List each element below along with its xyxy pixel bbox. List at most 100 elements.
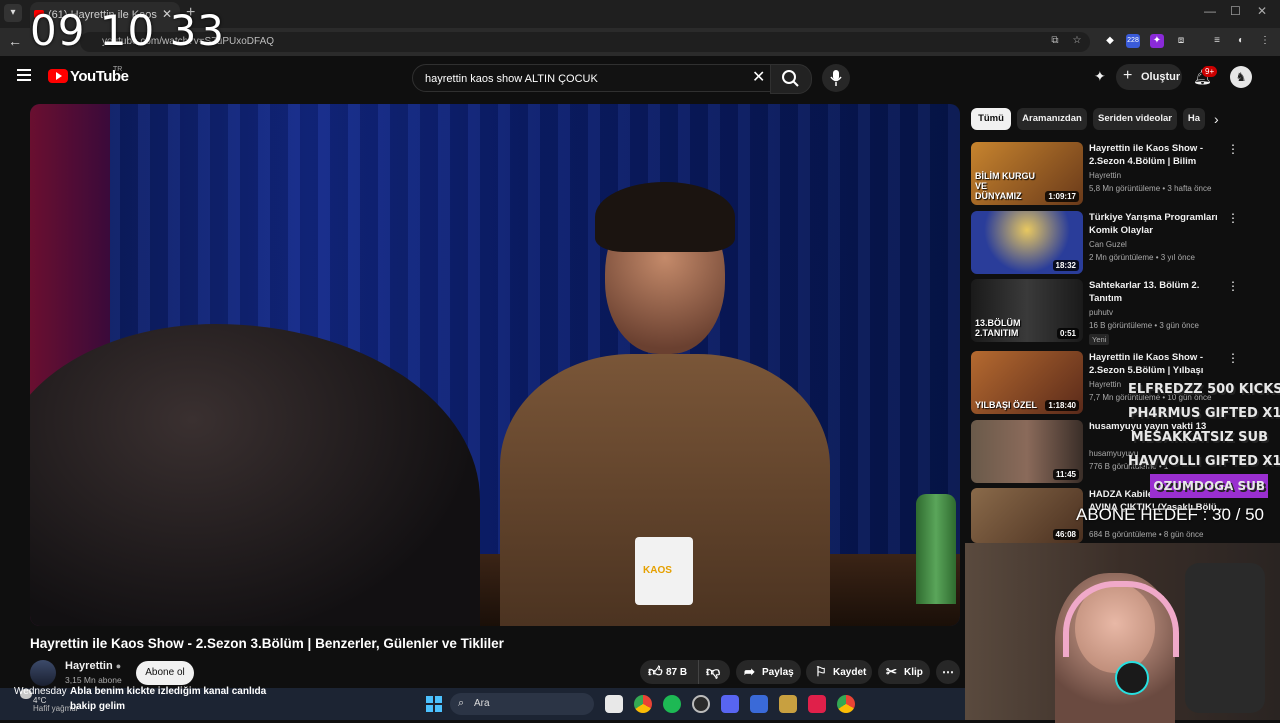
dislike-icon[interactable]: 👎︎	[706, 663, 720, 680]
search-icon	[782, 70, 799, 87]
account-avatar[interactable]: ♞	[1230, 66, 1252, 88]
alert-line: PH4RMUS GIFTED X1	[1128, 406, 1280, 421]
like-count[interactable]: 87 B	[666, 667, 687, 678]
share-button[interactable]: ➦ Paylaş	[736, 660, 801, 684]
video-duration: 18:32	[1052, 260, 1079, 271]
channel-avatar[interactable]	[30, 660, 56, 686]
more-actions-icon[interactable]: ⋯	[936, 660, 960, 684]
cast-icon[interactable]: ⧉	[1048, 34, 1062, 48]
clip-button[interactable]: ✂ Klip	[878, 660, 930, 684]
maximize-icon[interactable]: ☐	[1230, 4, 1241, 18]
back-icon[interactable]: ←	[8, 33, 22, 49]
recommendation-title[interactable]: Hayrettin ile Kaos Show - 2.Sezon 4.Bölü…	[1089, 142, 1225, 168]
recommendation-meta: 16 B görüntüleme • 3 gün önce	[1089, 321, 1199, 330]
extension-diamond-icon[interactable]: ◆	[1103, 34, 1117, 48]
recommendation-channel[interactable]: Hayrettin	[1089, 171, 1121, 180]
water-bottles	[916, 494, 956, 604]
minimize-icon[interactable]: —	[1204, 4, 1216, 18]
host-hair	[595, 182, 735, 252]
headphones-icon	[1063, 581, 1179, 657]
url-field[interactable]: youtube.com/watch?v=S7uPUxoDFAQ	[80, 32, 1090, 52]
recommendation-thumbnail[interactable]: 13.BÖLÜM 2.TANITIM 0:51	[971, 279, 1083, 342]
chip-all[interactable]: Tümü	[971, 108, 1011, 130]
subscribe-button[interactable]: Abone ol	[136, 661, 194, 685]
tab-search-icon[interactable]: ▾	[4, 4, 22, 22]
verified-icon: ●	[115, 661, 122, 671]
mug-logo-text: KAOS	[643, 565, 672, 576]
spotify-icon[interactable]	[663, 695, 681, 713]
thumbnail-caption: YILBAŞI ÖZEL	[975, 400, 1038, 410]
chip-from-series[interactable]: Seriden videolar	[1093, 108, 1177, 130]
recommendation-title[interactable]: Türkiye Yarışma Programları Komik Olayla…	[1089, 211, 1225, 237]
recommendation-channel[interactable]: Can Guzel	[1089, 240, 1127, 249]
chevron-right-icon[interactable]: ›	[1214, 111, 1219, 127]
recommendation-thumbnail[interactable]: 11:45	[971, 420, 1083, 483]
more-options-icon[interactable]: ⋮	[1227, 351, 1239, 365]
recommendation-meta: 2 Mn görüntüleme • 3 yıl önce	[1089, 253, 1195, 262]
recommendation-meta: 684 B görüntüleme • 8 gün önce	[1089, 530, 1204, 539]
recommendation-item[interactable]: BİLİM KURGU VE DÜNYAMIZ 1:09:17 Hayretti…	[971, 142, 1261, 206]
stream-clock: 09 10 33	[30, 6, 226, 55]
chip-more[interactable]: Ha	[1183, 108, 1205, 130]
microphone-icon	[1115, 661, 1149, 695]
clip-label: Klip	[904, 667, 923, 678]
taskbar-search-label: Ara	[474, 698, 490, 709]
valorant-icon[interactable]	[808, 695, 826, 713]
recommendation-channel[interactable]: puhutv	[1089, 308, 1113, 317]
search-input[interactable]	[423, 70, 747, 88]
recommendation-title[interactable]: Sahtekarlar 13. Bölüm 2. Tanıtım	[1089, 279, 1225, 305]
clear-search-icon[interactable]: ✕	[752, 67, 765, 87]
save-button[interactable]: ⚐ Kaydet	[806, 660, 872, 684]
discord-icon[interactable]	[721, 695, 739, 713]
file-explorer-icon[interactable]	[605, 695, 623, 713]
recommendation-thumbnail[interactable]: 18:32	[971, 211, 1083, 274]
reading-list-icon[interactable]: ≡	[1210, 34, 1224, 48]
obs-icon[interactable]	[692, 695, 710, 713]
extension-purple-icon[interactable]: ✦	[1150, 34, 1164, 48]
search-button[interactable]	[770, 64, 812, 94]
menu-icon[interactable]	[17, 69, 31, 84]
recommendation-thumbnail[interactable]: BİLİM KURGU VE DÜNYAMIZ 1:09:17	[971, 142, 1083, 205]
browser-menu-icon[interactable]: ⋮	[1258, 34, 1272, 48]
chip-from-search[interactable]: Aramanızdan	[1017, 108, 1087, 130]
create-button[interactable]: + Oluştur	[1116, 64, 1182, 90]
recommendation-title[interactable]: Hayrettin ile Kaos Show - 2.Sezon 5.Bölü…	[1089, 351, 1225, 377]
search-box	[412, 64, 772, 92]
extension-counter-icon[interactable]: 228	[1126, 34, 1140, 48]
chat-message-line: Abla benim kickte izlediğim kanal canlıd…	[70, 686, 267, 697]
recommendation-thumbnail[interactable]: 46:08	[971, 488, 1083, 543]
like-icon[interactable]: 👍︎	[648, 663, 663, 680]
recommendation-item[interactable]: 13.BÖLÜM 2.TANITIM 0:51 Sahtekarlar 13. …	[971, 279, 1261, 345]
recommendation-thumbnail[interactable]: YILBAŞI ÖZEL 1:18:40	[971, 351, 1083, 414]
chrome-icon[interactable]	[837, 695, 855, 713]
profile-icon[interactable]: ◐	[1234, 34, 1248, 48]
create-label: Oluştur	[1141, 71, 1181, 83]
gaming-chair	[1185, 563, 1265, 713]
more-options-icon[interactable]: ⋮	[1227, 279, 1239, 293]
close-window-icon[interactable]: ✕	[1257, 4, 1267, 18]
league-icon[interactable]	[779, 695, 797, 713]
recommendation-item[interactable]: 18:32 Türkiye Yarışma Programları Komik …	[971, 211, 1261, 275]
scissors-icon: ✂	[886, 664, 897, 679]
stream-alerts: ELFREDZZ 500 KICKS PH4RMUS GIFTED X1 MES…	[1128, 378, 1280, 499]
app-icon[interactable]	[750, 695, 768, 713]
voice-search-button[interactable]	[822, 64, 850, 92]
search-icon: ⌕	[458, 697, 465, 709]
taskbar-search[interactable]: ⌕ Ara	[450, 693, 594, 715]
recommendation-channel[interactable]: Hayrettin	[1089, 380, 1121, 389]
youtube-logo-icon[interactable]	[48, 69, 68, 83]
extensions-puzzle-icon[interactable]: ⧈	[1174, 34, 1188, 48]
subscriber-goal: ABONE HEDEF : 30 / 50	[1076, 505, 1265, 524]
more-options-icon[interactable]: ⋮	[1227, 142, 1239, 156]
video-duration: 1:18:40	[1045, 400, 1079, 411]
chrome-icon[interactable]	[634, 695, 652, 713]
plus-icon: +	[1123, 67, 1133, 84]
subscriber-count: 3,15 Mn abone	[65, 675, 122, 685]
video-player[interactable]: KAOS	[30, 104, 960, 626]
windows-start-icon[interactable]	[426, 696, 442, 712]
save-label: Kaydet	[833, 667, 867, 678]
bookmark-star-icon[interactable]: ☆	[1070, 34, 1084, 48]
channel-name[interactable]: Hayrettin ●	[65, 660, 121, 672]
youtube-studio-icon[interactable]: ✦	[1094, 68, 1106, 85]
more-options-icon[interactable]: ⋮	[1227, 211, 1239, 225]
